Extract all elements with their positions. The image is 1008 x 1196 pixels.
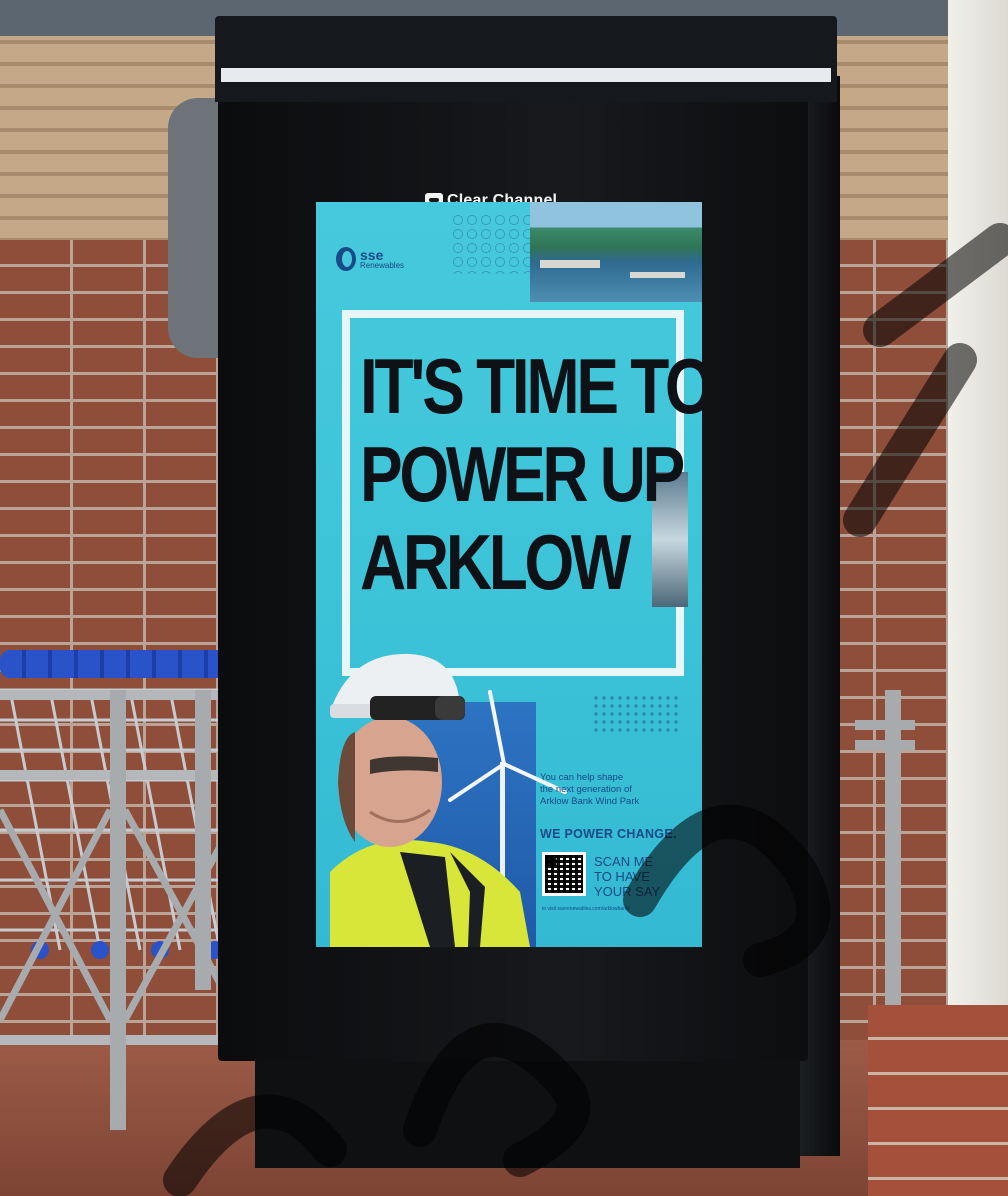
photo-scene: Clear Channel sse Renewables IT'S TIME T… — [0, 0, 1008, 1196]
ad-headline: IT'S TIME TO POWER UP ARKLOW — [360, 342, 702, 606]
body-line: You can help shape — [540, 772, 624, 783]
sse-renewables-logo: sse Renewables — [336, 247, 404, 271]
right-railing — [855, 690, 915, 1010]
totem-cap — [215, 16, 837, 102]
cta-line: SCAN ME — [594, 854, 654, 869]
wave-pattern — [452, 214, 532, 274]
pier — [630, 272, 685, 278]
body-copy: You can help shape the next generation o… — [540, 772, 690, 808]
engineer-photo — [330, 642, 567, 947]
harbour-photo — [530, 202, 702, 302]
totem-light-strip — [221, 68, 831, 82]
trolley-handles — [0, 650, 240, 678]
body-line: the next generation of — [540, 784, 632, 795]
cta-line: TO HAVE — [594, 869, 650, 884]
sponsor-subtitle: Renewables — [360, 261, 405, 270]
sse-swirl-icon — [336, 247, 356, 271]
tagline: WE POWER CHANGE. — [540, 827, 677, 841]
dot-pattern — [592, 694, 682, 734]
pier — [540, 260, 600, 268]
headline-line: POWER UP — [360, 430, 685, 518]
sponsor-name: sse — [360, 247, 384, 263]
cta-line: YOUR SAY — [594, 884, 661, 899]
qr-code[interactable] — [542, 852, 586, 896]
headline-line: IT'S TIME TO — [360, 342, 702, 430]
engineer-figure — [330, 653, 530, 947]
brick-pillar-base — [868, 1005, 1008, 1196]
ad-url: to visit sserenewables.com/arklowbank/ — [542, 906, 630, 912]
body-line: Arklow Bank Wind Park — [540, 796, 640, 807]
ad-screen: sse Renewables IT'S TIME TO POWER UP ARK… — [316, 202, 702, 947]
headline-line: ARKLOW — [360, 518, 631, 606]
scan-cta: SCAN ME TO HAVE YOUR SAY — [594, 854, 660, 899]
white-pillar — [948, 0, 1008, 1010]
